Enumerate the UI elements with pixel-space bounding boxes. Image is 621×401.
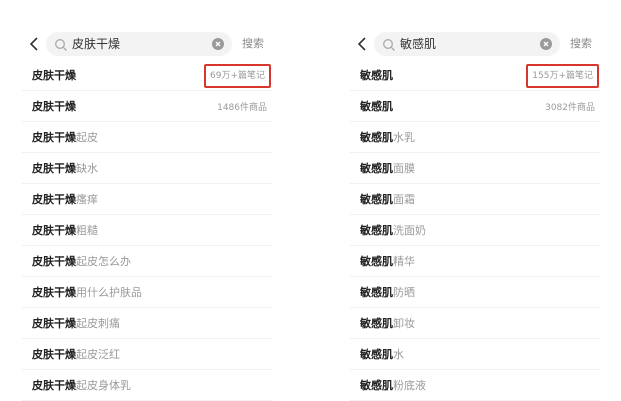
suggestion-keyword: 皮肤干燥缺水 xyxy=(32,162,98,175)
suggestion-list: 敏感肌 155万+篇笔记 敏感肌 3082件商品 敏感肌水乳 敏感肌面膜 敏感肌面霜… xyxy=(350,60,601,401)
suggestion-keyword: 皮肤干燥 xyxy=(32,100,76,113)
suggestion-item[interactable]: 敏感肌防晒 xyxy=(350,277,601,308)
suggestion-keyword: 敏感肌面膜 xyxy=(360,162,415,175)
suggestion-keyword: 敏感肌精华 xyxy=(360,255,415,268)
suggestion-keyword: 皮肤干燥起皮怎么办 xyxy=(32,255,131,268)
suggestion-keyword: 敏感肌 xyxy=(360,69,393,82)
suggestion-item[interactable]: 皮肤干燥起皮 xyxy=(22,122,273,153)
suggestion-item[interactable]: 敏感肌水 xyxy=(350,339,601,370)
search-button[interactable]: 搜索 xyxy=(570,30,592,58)
suggestion-keyword: 敏感肌防晒 xyxy=(360,286,415,299)
suggestion-keyword: 敏感肌水 xyxy=(360,348,404,361)
suggestion-item[interactable]: 皮肤干燥瘙痒 xyxy=(22,184,273,215)
suggestion-item[interactable]: 皮肤干燥起皮怎么办 xyxy=(22,246,273,277)
suggestion-keyword: 敏感肌水乳 xyxy=(360,131,415,144)
suggestion-item[interactable]: 敏感肌 3082件商品 xyxy=(350,91,601,122)
suggestion-item[interactable]: 敏感肌卸妆 xyxy=(350,308,601,339)
suggestion-item[interactable]: 敏感肌精华 xyxy=(350,246,601,277)
suggestion-item[interactable]: 敏感肌水乳 xyxy=(350,122,601,153)
suggestion-keyword: 皮肤干燥用什么护肤品 xyxy=(32,286,142,299)
note-count-badge: 69万+篇笔记 xyxy=(204,64,271,88)
clear-icon[interactable] xyxy=(212,38,224,50)
back-icon[interactable] xyxy=(26,34,42,54)
search-bar: 敏感肌 搜索 xyxy=(350,30,601,58)
suggestion-item[interactable]: 皮肤干燥起皮刺痛 xyxy=(22,308,273,339)
search-icon xyxy=(54,37,68,51)
suggestion-keyword: 皮肤干燥瘙痒 xyxy=(32,193,98,206)
search-input[interactable]: 敏感肌 xyxy=(374,32,560,56)
search-bar: 皮肤干燥 搜索 xyxy=(22,30,273,58)
suggestion-item[interactable]: 皮肤干燥 1486件商品 xyxy=(22,91,273,122)
product-count: 3082件商品 xyxy=(545,102,595,113)
suggestion-keyword: 敏感肌 xyxy=(360,100,393,113)
search-input[interactable]: 皮肤干燥 xyxy=(46,32,232,56)
suggestion-keyword: 敏感肌粉底液 xyxy=(360,379,426,392)
search-query: 敏感肌 xyxy=(400,37,437,51)
suggestion-keyword: 皮肤干燥粗糙 xyxy=(32,224,98,237)
suggestion-list: 皮肤干燥 69万+篇笔记 皮肤干燥 1486件商品 皮肤干燥起皮 皮肤干燥缺水 皮肤… xyxy=(22,60,273,401)
suggestion-item[interactable]: 皮肤干燥起皮泛红 xyxy=(22,339,273,370)
search-panel-right: 敏感肌 搜索 敏感肌 155万+篇笔记 敏感肌 3082件商品 敏感肌水乳 敏感肌面… xyxy=(350,0,601,401)
search-icon xyxy=(382,37,396,51)
suggestion-item[interactable]: 皮肤干燥用什么护肤品 xyxy=(22,277,273,308)
clear-icon[interactable] xyxy=(540,38,552,50)
suggestion-keyword: 皮肤干燥起皮身体乳 xyxy=(32,379,131,392)
suggestion-keyword: 皮肤干燥起皮 xyxy=(32,131,98,144)
suggestion-item[interactable]: 皮肤干燥起皮身体乳 xyxy=(22,370,273,401)
suggestion-keyword: 皮肤干燥 xyxy=(32,69,76,82)
search-panel-left: 皮肤干燥 搜索 皮肤干燥 69万+篇笔记 皮肤干燥 1486件商品 皮肤干燥起皮 皮… xyxy=(22,0,273,401)
suggestion-keyword: 敏感肌洗面奶 xyxy=(360,224,426,237)
suggestion-keyword: 皮肤干燥起皮泛红 xyxy=(32,348,120,361)
suggestion-item[interactable]: 敏感肌面霜 xyxy=(350,184,601,215)
suggestion-item[interactable]: 敏感肌 155万+篇笔记 xyxy=(350,60,601,91)
product-count: 1486件商品 xyxy=(217,102,267,113)
search-button[interactable]: 搜索 xyxy=(242,30,264,58)
suggestion-keyword: 皮肤干燥起皮刺痛 xyxy=(32,317,120,330)
suggestion-item[interactable]: 敏感肌粉底液 xyxy=(350,370,601,401)
suggestion-item[interactable]: 敏感肌面膜 xyxy=(350,153,601,184)
suggestion-item[interactable]: 皮肤干燥粗糙 xyxy=(22,215,273,246)
note-count-badge: 155万+篇笔记 xyxy=(526,64,599,88)
search-query: 皮肤干燥 xyxy=(72,37,121,51)
suggestion-item[interactable]: 敏感肌洗面奶 xyxy=(350,215,601,246)
suggestion-item[interactable]: 皮肤干燥 69万+篇笔记 xyxy=(22,60,273,91)
suggestion-keyword: 敏感肌面霜 xyxy=(360,193,415,206)
suggestion-keyword: 敏感肌卸妆 xyxy=(360,317,415,330)
back-icon[interactable] xyxy=(354,34,370,54)
suggestion-item[interactable]: 皮肤干燥缺水 xyxy=(22,153,273,184)
